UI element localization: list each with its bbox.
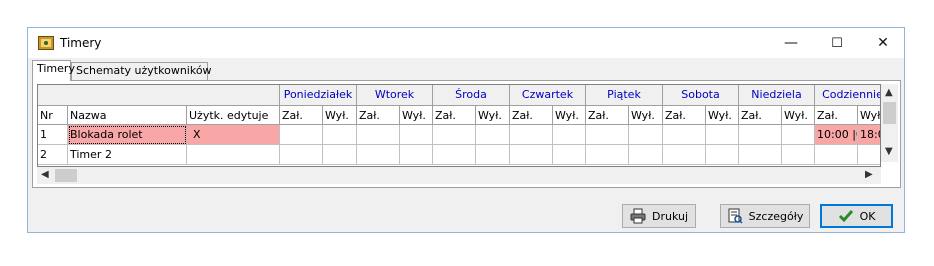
cell-time[interactable] (433, 145, 476, 165)
timers-grid[interactable]: Poniedziałek Wtorek Środa Czwartek Piąte… (37, 84, 881, 167)
cell-time[interactable] (706, 125, 739, 145)
cell-time[interactable] (663, 145, 706, 165)
cell-time[interactable] (553, 145, 586, 165)
col-header-off: Wył. (476, 106, 510, 125)
cell-time[interactable] (323, 125, 357, 145)
col-header-user-edit: Użytk. edytuje (187, 106, 280, 125)
tab-timery[interactable]: Timery (32, 60, 75, 81)
day-header-row: Poniedziałek Wtorek Środa Czwartek Piąte… (38, 85, 880, 106)
ok-label: OK (859, 209, 876, 223)
cell-time[interactable] (782, 125, 815, 145)
col-header-on: Zał. (586, 106, 629, 125)
cell-time[interactable] (476, 145, 510, 165)
horizontal-scroll-thumb[interactable] (55, 169, 77, 182)
cell-name[interactable]: Blokada rolet (68, 125, 187, 145)
cell-time[interactable] (400, 145, 433, 165)
day-header-monday: Poniedziałek (280, 85, 357, 105)
cell-time[interactable] (433, 125, 476, 145)
cell-time[interactable] (858, 145, 880, 165)
cell-time[interactable] (400, 125, 433, 145)
checkmark-icon (838, 208, 854, 224)
details-icon (727, 208, 743, 224)
cell-time[interactable] (629, 145, 663, 165)
col-header-on: Zał. (739, 106, 782, 125)
cell-time[interactable] (586, 145, 629, 165)
cell-time[interactable] (739, 125, 782, 145)
scroll-down-icon[interactable]: ▼ (885, 146, 893, 157)
col-header-off: Wył. (400, 106, 433, 125)
day-header-tuesday: Wtorek (357, 85, 433, 105)
maximize-button[interactable]: ☐ (814, 28, 860, 58)
cell-daily-on[interactable]: 10:00 |0 (815, 125, 858, 145)
title-bar: Timery — ☐ ✕ (28, 28, 904, 58)
ok-button[interactable]: OK (820, 204, 893, 228)
details-label: Szczegóły (748, 209, 804, 223)
cell-time[interactable] (663, 125, 706, 145)
col-header-off: Wył. (553, 106, 586, 125)
col-header-nr: Nr (38, 106, 68, 125)
cell-time[interactable] (357, 125, 400, 145)
cell-time[interactable] (739, 145, 782, 165)
cell-time[interactable] (586, 125, 629, 145)
col-header-off: Wył. (858, 106, 880, 125)
col-header-off: Wył. (323, 106, 357, 125)
print-button[interactable]: Drukuj (622, 204, 696, 228)
day-header-friday: Piątek (586, 85, 663, 105)
day-header-sunday: Niedziela (739, 85, 815, 105)
day-header-blank (38, 85, 280, 105)
cell-nr[interactable]: 1 (38, 125, 68, 145)
cell-time[interactable] (553, 125, 586, 145)
scroll-left-icon[interactable]: ◀ (41, 169, 49, 180)
col-header-off: Wył. (782, 106, 815, 125)
close-button[interactable]: ✕ (860, 28, 906, 58)
day-header-daily: Codziennie (815, 85, 880, 105)
cell-time[interactable] (357, 145, 400, 165)
cell-name[interactable]: Timer 2 (68, 145, 187, 165)
col-header-off: Wył. (706, 106, 739, 125)
cell-time[interactable] (815, 145, 858, 165)
col-header-on: Zał. (357, 106, 400, 125)
cell-nr[interactable]: 2 (38, 145, 68, 165)
day-header-thursday: Czwartek (510, 85, 586, 105)
tab-panel: Poniedziałek Wtorek Środa Czwartek Piąte… (32, 80, 901, 188)
app-icon (38, 36, 54, 50)
cell-time[interactable] (510, 145, 553, 165)
day-header-wednesday: Środa (433, 85, 510, 105)
col-header-name: Nazwa (68, 106, 187, 125)
timers-window: Timery — ☐ ✕ Timery Schematy użytkownikó… (27, 27, 905, 233)
print-label: Drukuj (651, 209, 689, 223)
printer-icon (630, 208, 646, 224)
details-button[interactable]: Szczegóły (720, 204, 810, 228)
cell-time[interactable] (629, 125, 663, 145)
cell-time[interactable] (782, 145, 815, 165)
cell-time[interactable] (476, 125, 510, 145)
cell-user-edit[interactable] (187, 145, 280, 165)
cell-time[interactable] (280, 145, 323, 165)
col-header-on: Zał. (280, 106, 323, 125)
tab-user-schemes[interactable]: Schematy użytkowników (71, 62, 212, 80)
col-header-off: Wył. (629, 106, 663, 125)
vertical-scrollbar[interactable]: ▲ ▼ (881, 84, 898, 162)
horizontal-scrollbar[interactable]: ◀ ▶ (37, 167, 881, 184)
cell-time[interactable] (323, 145, 357, 165)
cell-time[interactable] (706, 145, 739, 165)
vertical-scroll-thumb[interactable] (883, 102, 896, 124)
scroll-right-icon[interactable]: ▶ (865, 169, 873, 180)
cell-time[interactable] (510, 125, 553, 145)
cell-time[interactable] (280, 125, 323, 145)
col-header-on: Zał. (433, 106, 476, 125)
col-header-on: Zał. (510, 106, 553, 125)
scroll-up-icon[interactable]: ▲ (885, 87, 893, 98)
col-header-on: Zał. (663, 106, 706, 125)
col-header-on: Zał. (815, 106, 858, 125)
day-header-saturday: Sobota (663, 85, 739, 105)
cell-daily-off[interactable]: 18:00 (858, 125, 880, 145)
window-title: Timery (60, 36, 102, 50)
minimize-button[interactable]: — (768, 28, 814, 58)
cell-user-edit[interactable]: X (187, 125, 280, 145)
